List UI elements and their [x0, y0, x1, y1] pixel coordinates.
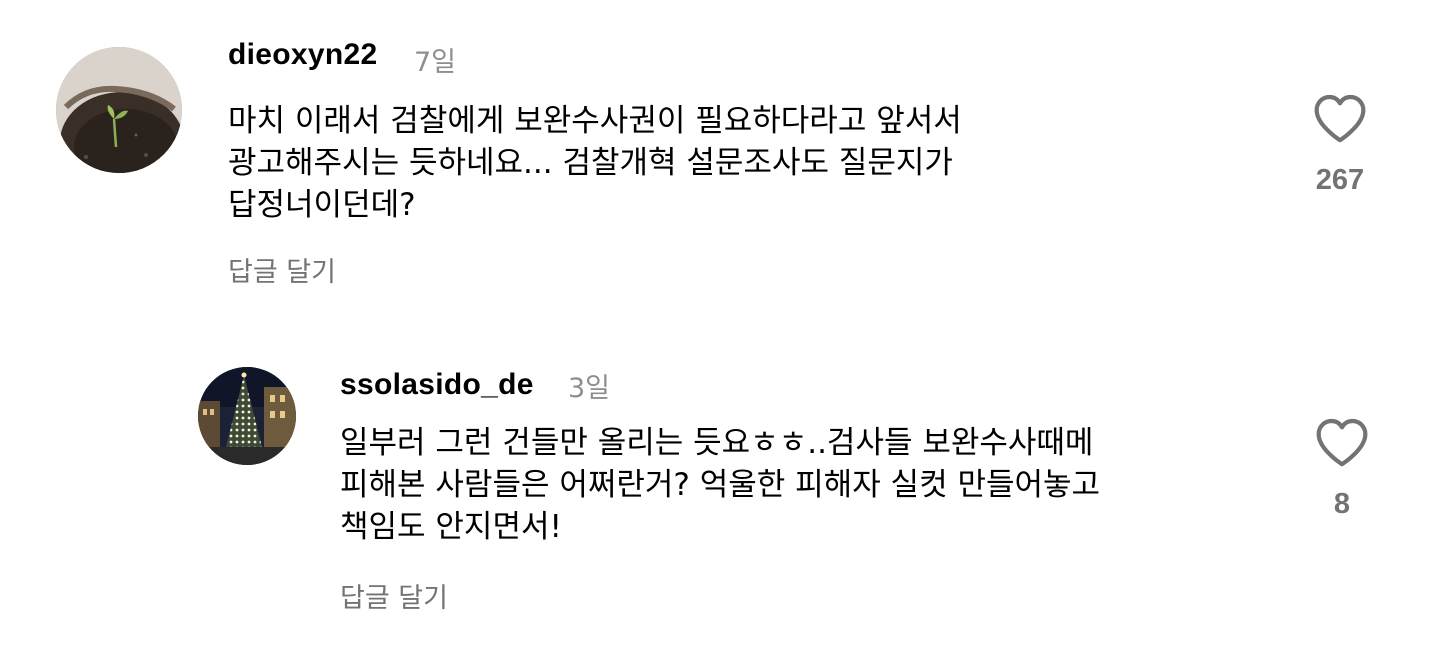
avatar[interactable] [198, 367, 296, 465]
reply-comment: ssolasido_de 3일 일부러 그런 건들만 올리는 듯요ㅎㅎ..검사들… [0, 320, 1440, 672]
timestamp: 3일 [568, 373, 611, 404]
comment-line: 피해본 사람들은 어쩌란거? 억울한 피해자 실컷 만들어놓고 [340, 467, 1101, 503]
username[interactable]: dieoxyn22 [228, 38, 377, 72]
comment: dieoxyn22 7일 마치 이래서 검찰에게 보완수사권이 필요하다라고 앞… [0, 0, 1440, 320]
comment-text: 마치 이래서 검찰에게 보완수사권이 필요하다라고 앞서서 광고해주시는 듯하네… [228, 100, 962, 226]
heart-outline-icon[interactable] [1314, 416, 1370, 468]
reply-button[interactable]: 답글 달기 [340, 576, 448, 615]
like-area: 8 [1302, 416, 1382, 521]
like-count: 267 [1315, 164, 1365, 196]
comment-text: 일부러 그런 건들만 올리는 듯요ㅎㅎ..검사들 보완수사때메 피해본 사람들은… [340, 422, 1100, 548]
like-count: 8 [1333, 488, 1351, 520]
reply-button[interactable]: 답글 달기 [228, 250, 336, 289]
avatar[interactable] [56, 47, 182, 173]
username[interactable]: ssolasido_de [340, 368, 534, 402]
comment-line: 책임도 안지면서! [340, 509, 562, 545]
avatar-image [198, 367, 296, 465]
like-area: 267 [1300, 92, 1380, 197]
comment-line: 광고해주시는 듯하네요... 검찰개혁 설문조사도 질문지가 [228, 145, 953, 181]
comment-line: 마치 이래서 검찰에게 보완수사권이 필요하다라고 앞서서 [228, 103, 962, 139]
comment-line: 답정너이던데? [228, 187, 416, 223]
avatar-image [56, 47, 182, 173]
comment-line: 일부러 그런 건들만 올리는 듯요ㅎㅎ..검사들 보완수사때메 [340, 425, 1094, 461]
heart-outline-icon[interactable] [1312, 92, 1368, 144]
timestamp: 7일 [414, 47, 457, 78]
